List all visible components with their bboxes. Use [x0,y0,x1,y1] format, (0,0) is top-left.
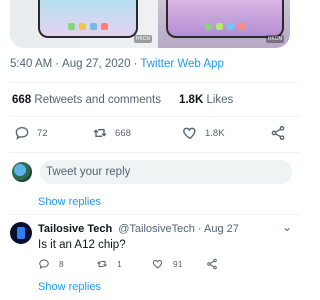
tweet-actions: 72 668 1.8K [0,125,300,145]
reply-text: Is it an A12 chip? [38,239,126,251]
reply-tweet-actions: 8 1 91 [8,258,300,272]
reply-button[interactable]: 72 [14,125,48,141]
dock [205,23,245,30]
retweets-stat[interactable]: 668 Retweets and comments [12,94,161,106]
author-name[interactable]: Tailosive Tech [38,223,112,235]
author-handle[interactable]: @TailosiveTech [118,223,195,235]
reply-icon [39,259,49,270]
app-icon [79,23,86,30]
retweet-count: 668 [115,127,131,139]
share-icon [271,126,285,140]
like-count: 1.8K [205,127,225,139]
divider [10,214,300,215]
reply-input-placeholder: Tweet your reply [46,166,131,178]
share-button[interactable] [270,125,286,141]
meta-separator: · [55,58,60,70]
like-button[interactable]: 91 [152,258,182,270]
reply-button[interactable]: 8 [38,258,64,270]
retweet-icon [97,261,107,267]
likes-stat[interactable]: 1.8K Likes [179,94,233,106]
tweet-source-link[interactable]: Twitter Web App [140,58,224,70]
reply-count: 72 [37,127,48,139]
reply-tweet-header: Tailosive Tech @TailosiveTech · Aug 27 [38,223,239,235]
retweets-count: 668 [12,94,32,106]
tweet-media[interactable]: HKCN HKCN [10,0,290,48]
retweet-button[interactable]: 1 [96,258,122,270]
media-image-left[interactable]: HKCN [10,0,158,48]
app-icon [227,23,234,30]
like-button[interactable]: 1.8K [182,125,225,141]
share-button[interactable] [206,258,218,270]
watermark: HKCN [133,35,152,43]
reply-date[interactable]: Aug 27 [204,223,239,235]
heart-icon [152,259,163,269]
retweet-button[interactable]: 668 [92,125,131,141]
chevron-down-icon[interactable]: ⌄ [282,220,292,234]
app-icon [216,23,223,30]
share-icon [207,258,217,270]
app-icon [90,23,97,30]
user-avatar[interactable] [12,162,32,182]
like-count: 91 [173,259,183,269]
likes-label: Likes [206,94,234,106]
show-replies-link[interactable]: Show replies [38,196,101,208]
reply-composer: Tweet your reply [12,160,292,184]
retweet-count: 1 [117,259,122,269]
phone-illustration [166,0,284,38]
engagement-stats: 668 Retweets and comments 1.8K Likes [12,94,233,106]
app-icon [68,23,75,30]
app-icon [238,23,245,30]
app-icon [101,23,108,30]
tweet-date[interactable]: Aug 27, 2020 [62,58,130,70]
reply-input[interactable]: Tweet your reply [40,160,292,184]
dock [68,23,108,30]
heart-icon [183,127,196,140]
divider [10,82,300,83]
likes-count: 1.8K [178,94,204,106]
media-image-right[interactable]: HKCN [158,0,290,48]
tailosive-avatar[interactable] [10,222,32,244]
meta-separator: · [133,58,138,70]
divider [10,152,300,153]
divider [10,116,300,117]
watermark: HKCN [265,35,284,43]
reply-icon [15,126,29,140]
retweet-icon [93,129,107,137]
header-separator: · [197,223,202,235]
tweet-time[interactable]: 5:40 AM [10,58,52,70]
tweet-meta: 5:40 AM · Aug 27, 2020 · Twitter Web App [10,58,224,70]
phone-illustration [38,0,138,38]
show-replies-link[interactable]: Show replies [38,281,101,293]
retweets-label: Retweets and comments [34,94,161,106]
reply-count: 8 [59,259,64,269]
app-icon [205,23,212,30]
